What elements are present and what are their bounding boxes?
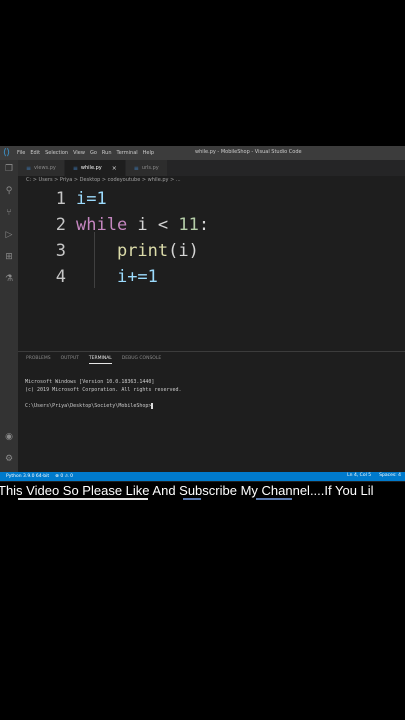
menu-help[interactable]: Help [143,150,154,156]
menu-edit[interactable]: Edit [30,150,40,156]
line-number: 2 [55,215,66,235]
tab-debug-console[interactable]: DEBUG CONSOLE [122,356,161,364]
explorer-icon[interactable]: ❐ [4,164,14,174]
settings-gear-icon[interactable]: ⚙ [4,454,14,464]
line-number: 3 [55,241,66,261]
menu-view[interactable]: View [73,150,85,156]
terminal-output[interactable]: Microsoft Windows [Version 10.0.18363.14… [25,370,182,418]
terminal-prompt: C:\Users\Priya\Desktop\Society\MobileSho… [25,403,152,409]
call-args: (i) [168,241,199,261]
tab-label: urls.py [141,165,159,171]
video-progress [18,498,148,500]
python-file-icon: ≡ [133,164,139,172]
line-number: 1 [55,189,66,209]
title-bar: ⟨⟩ File Edit Selection View Go Run Termi… [0,146,405,160]
account-icon[interactable]: ◉ [4,432,14,442]
terminal-line: (c) 2019 Microsoft Corporation. All righ… [25,387,182,393]
tab-label: views.py [34,165,56,171]
tab-terminal[interactable]: TERMINAL [88,356,112,364]
terminal-line: Microsoft Windows [Version 10.0.18363.14… [25,379,155,385]
keyword-while: while [76,215,128,235]
problems-count[interactable]: ⊗ 0 ⚠ 0 [55,474,73,479]
line-number: 4 [55,267,66,287]
vscode-window: ⟨⟩ File Edit Selection View Go Run Termi… [0,146,405,482]
code-editor[interactable]: 1 i=1 2 while i < 11: 3 print(i) 4 i+=1 [18,186,405,336]
code-line: 3 print(i) [18,238,199,264]
extensions-icon[interactable]: ⊞ [4,252,14,262]
code-colon: : [198,215,210,235]
search-icon[interactable]: ⚲ [4,186,14,196]
status-bar: Python 3.9.0 64-bit ⊗ 0 ⚠ 0 Ln 4, Col 5 … [0,472,405,481]
python-interpreter[interactable]: Python 3.9.0 64-bit [6,474,49,479]
indentation-setting[interactable]: Spaces: 4 [379,473,401,478]
testing-icon[interactable]: ⚗ [4,274,14,284]
code-line: 4 i+=1 [18,264,158,290]
video-progress-marker [183,498,201,500]
tab-views-py[interactable]: ≡ views.py [18,160,65,176]
tab-urls-py[interactable]: ≡ urls.py [125,160,168,176]
menu-run[interactable]: Run [102,150,112,156]
menu-selection[interactable]: Selection [45,150,68,156]
close-tab-icon[interactable]: × [112,165,117,172]
tab-output[interactable]: OUTPUT [61,356,79,364]
menu-bar: File Edit Selection View Go Run Terminal… [17,150,159,156]
code-line: 2 while i < 11: [18,212,209,238]
source-control-icon[interactable]: ⑂ [4,208,14,218]
terminal-cursor [151,402,154,409]
window-title: while.py - MobileShop - Visual Studio Co… [195,149,302,155]
tab-while-py[interactable]: ≡ while.py × [64,160,126,176]
menu-file[interactable]: File [17,150,25,156]
breadcrumb[interactable]: C: > Users > Priya > Desktop > codeyoutu… [26,177,181,183]
code-text: i+=1 [116,267,158,287]
function-print: print [116,241,169,261]
code-text: i=1 [76,189,107,209]
cursor-position[interactable]: Ln 4, Col 5 [347,473,371,478]
number-literal: 11 [178,215,199,235]
panel-tabs: PROBLEMS OUTPUT TERMINAL DEBUG CONSOLE [26,356,171,364]
indent-guide [94,232,95,288]
run-debug-icon[interactable]: ▷ [4,230,14,240]
code-condition: i < [127,215,179,235]
tab-label: while.py [80,165,102,171]
video-progress-marker [256,498,292,500]
editor-tabs: ≡ views.py ≡ while.py × ≡ urls.py [18,160,405,176]
bottom-panel: PROBLEMS OUTPUT TERMINAL DEBUG CONSOLE M… [18,351,405,472]
menu-go[interactable]: Go [90,150,97,156]
vscode-logo-icon: ⟨⟩ [3,148,11,158]
activity-bar: ❐ ⚲ ⑂ ▷ ⊞ ⚗ ◉ ⚙ [0,160,18,472]
python-file-icon: ≡ [72,164,78,172]
python-file-icon: ≡ [26,164,32,172]
tab-problems[interactable]: PROBLEMS [26,356,51,364]
menu-terminal[interactable]: Terminal [117,150,138,156]
ticker-text: This Video So Please Like And Subscribe … [0,484,374,498]
code-line: 1 i=1 [18,186,107,212]
